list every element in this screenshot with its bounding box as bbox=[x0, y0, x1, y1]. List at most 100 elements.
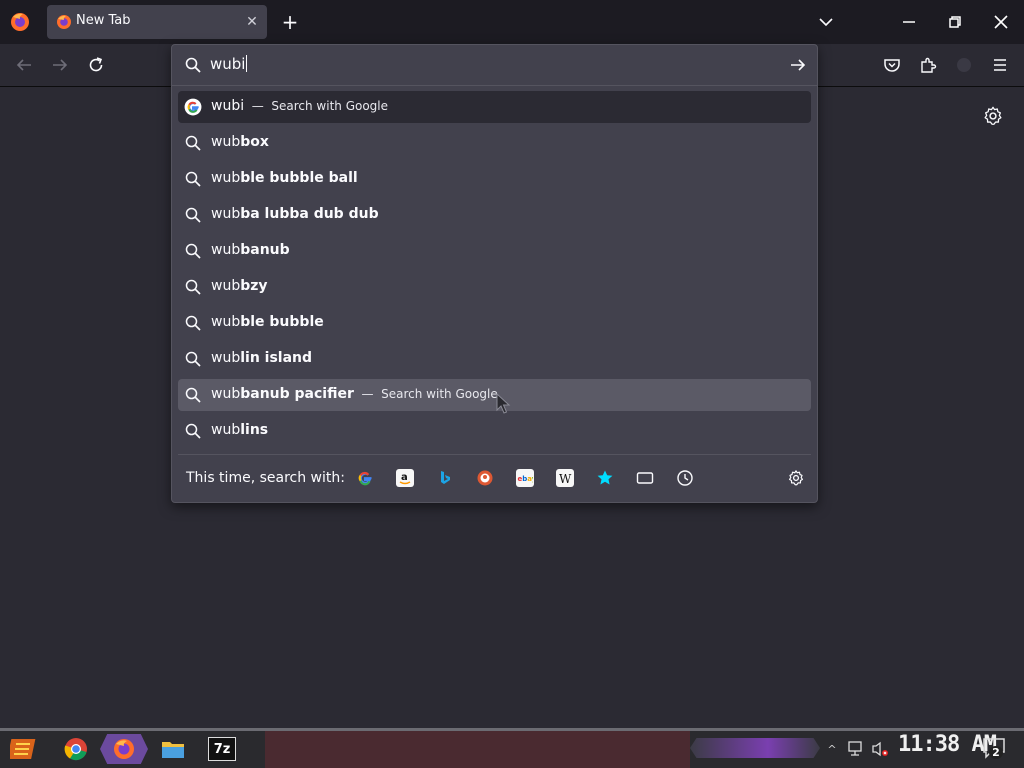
urlbar-result-row[interactable]: wubbanub pacifier — Search with Google bbox=[178, 379, 811, 411]
result-suggested-part: ba lubba dub dub bbox=[240, 206, 379, 222]
taskbar-chrome[interactable] bbox=[58, 734, 94, 764]
bing-icon bbox=[441, 471, 450, 484]
wikipedia-engine-button[interactable]: W bbox=[556, 469, 574, 487]
urlbar-result-row[interactable]: wubbanub bbox=[178, 235, 811, 267]
result-text: wublins bbox=[211, 422, 268, 438]
result-suggested-part: ble bubble ball bbox=[240, 170, 358, 186]
result-text: wubi — Search with Google bbox=[211, 98, 388, 114]
history-search-button[interactable] bbox=[676, 469, 694, 487]
result-typed-part: wub bbox=[211, 278, 241, 294]
hamburger-menu-icon bbox=[994, 59, 1006, 71]
result-text: wubble bubble ball bbox=[211, 170, 358, 186]
restore-icon bbox=[949, 16, 961, 28]
duckduckgo-engine-button[interactable] bbox=[476, 469, 494, 487]
urlbar-input-row: wubi bbox=[172, 45, 817, 86]
list-all-tabs-button[interactable] bbox=[814, 10, 838, 34]
close-tab-icon[interactable]: ✕ bbox=[243, 13, 261, 31]
bookmarks-search-button[interactable] bbox=[596, 469, 614, 487]
taskbar: 7z ^ 11:38 AM 2 bbox=[0, 728, 1024, 768]
result-text: wubbox bbox=[211, 134, 269, 150]
urlbar-input-text: wubi bbox=[210, 55, 246, 73]
pocket-icon bbox=[884, 59, 900, 72]
search-icon bbox=[185, 243, 201, 259]
taskbar-decoration bbox=[690, 738, 820, 758]
urlbar-result-row[interactable]: wublins bbox=[178, 415, 811, 447]
go-arrow-icon[interactable] bbox=[789, 56, 807, 74]
duckduckgo-icon bbox=[477, 470, 493, 486]
taskbar-firefox[interactable] bbox=[100, 734, 148, 764]
extensions-button[interactable] bbox=[915, 52, 941, 78]
result-suggested-part: banub pacifier bbox=[240, 386, 354, 402]
pocket-button[interactable] bbox=[879, 52, 905, 78]
arrow-right-icon bbox=[53, 59, 68, 71]
puzzle-icon bbox=[921, 57, 937, 73]
minimize-icon bbox=[903, 21, 915, 23]
urlbar-result-row[interactable]: wubbzy bbox=[178, 271, 811, 303]
search-settings-button[interactable] bbox=[787, 469, 805, 487]
show-hidden-icons-button[interactable]: ^ bbox=[826, 734, 838, 764]
minimize-button[interactable] bbox=[886, 0, 932, 44]
result-suggested-part: banub bbox=[240, 242, 290, 258]
search-icon bbox=[185, 57, 201, 73]
firefox-icon bbox=[57, 15, 71, 29]
search-icon bbox=[185, 207, 201, 223]
result-typed-part: wubi bbox=[211, 98, 245, 114]
result-text: wubbzy bbox=[211, 278, 268, 294]
network-tray-button[interactable] bbox=[846, 734, 866, 764]
taskbar-7zip[interactable]: 7z bbox=[206, 734, 238, 764]
ebay-icon: ebay bbox=[518, 475, 534, 483]
tabs-search-button[interactable] bbox=[636, 469, 654, 487]
urlbar-result-row[interactable]: wubble bubble bbox=[178, 307, 811, 339]
wikipedia-icon: W bbox=[559, 472, 572, 486]
close-window-button[interactable] bbox=[978, 0, 1024, 44]
urlbar-result-row[interactable]: wubba lubba dub dub bbox=[178, 199, 811, 231]
text-caret bbox=[246, 55, 248, 72]
start-icon bbox=[10, 739, 36, 759]
restore-button[interactable] bbox=[932, 0, 978, 44]
result-typed-part: wub bbox=[211, 242, 241, 258]
bookmarks-star-icon bbox=[597, 470, 613, 485]
firefox-icon bbox=[11, 13, 29, 31]
account-button[interactable] bbox=[951, 52, 977, 78]
new-tab-button[interactable]: + bbox=[278, 10, 302, 34]
urlbar-result-row[interactable]: wubble bubble ball bbox=[178, 163, 811, 195]
ebay-engine-button[interactable]: ebay bbox=[516, 469, 534, 487]
reload-button[interactable] bbox=[83, 52, 109, 78]
search-icon bbox=[185, 315, 201, 331]
google-engine-button[interactable] bbox=[356, 469, 374, 487]
volume-tray-button[interactable] bbox=[870, 734, 890, 764]
result-suggested-part: box bbox=[240, 134, 269, 150]
forward-button[interactable] bbox=[47, 52, 73, 78]
tab-strip: New Tab ✕ + bbox=[0, 0, 1024, 44]
taskbar-file-explorer[interactable] bbox=[156, 734, 190, 764]
urlbar-result-row[interactable]: wubi — Search with Google bbox=[178, 91, 811, 123]
chevron-down-icon bbox=[819, 18, 833, 27]
taskbar-empty-area bbox=[265, 731, 690, 768]
personalize-new-tab-button[interactable] bbox=[982, 105, 1004, 127]
close-icon bbox=[994, 15, 1008, 29]
gear-icon bbox=[788, 470, 804, 486]
amazon-engine-button[interactable]: a bbox=[396, 469, 414, 487]
bing-engine-button[interactable] bbox=[436, 469, 454, 487]
firefox-view-button[interactable] bbox=[8, 10, 32, 34]
tabs-icon bbox=[636, 472, 654, 484]
back-button[interactable] bbox=[11, 52, 37, 78]
search-icon bbox=[185, 387, 201, 403]
tab-new-tab[interactable]: New Tab ✕ bbox=[47, 5, 267, 39]
svg-text:W: W bbox=[559, 472, 572, 486]
urlbar-input[interactable]: wubi bbox=[210, 55, 248, 73]
search-icon bbox=[185, 135, 201, 151]
gear-icon bbox=[984, 106, 1002, 125]
result-text: wubbanub pacifier — Search with Google bbox=[211, 386, 498, 402]
urlbar-result-row[interactable]: wublin island bbox=[178, 343, 811, 375]
result-text: wublin island bbox=[211, 350, 312, 366]
result-typed-part: wub bbox=[211, 350, 241, 366]
app-menu-button[interactable] bbox=[987, 52, 1013, 78]
start-button[interactable] bbox=[8, 734, 40, 764]
urlbar-result-row[interactable]: wubbox bbox=[178, 127, 811, 159]
result-action: Search with Google bbox=[271, 99, 389, 113]
result-typed-part: wub bbox=[211, 170, 241, 186]
reload-icon bbox=[89, 57, 103, 72]
notification-count-badge: 2 bbox=[989, 746, 1003, 759]
result-typed-part: wub bbox=[211, 134, 241, 150]
